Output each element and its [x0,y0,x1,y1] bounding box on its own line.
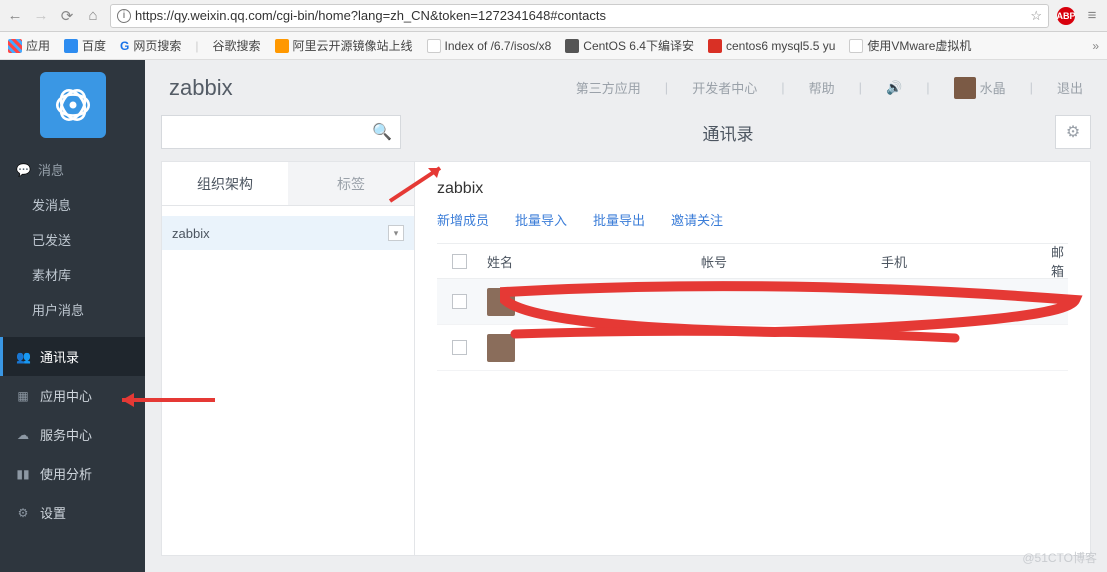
main-area: zabbix 第三方应用 | 开发者中心 | 帮助 | 🔊 | 水晶 | 退出 … [145,60,1107,572]
org-title: zabbix [437,180,1068,198]
gear-icon: ⚙ [1066,122,1080,142]
bookmark-overflow-icon[interactable]: » [1092,39,1099,53]
sidebar-item-user-msg[interactable]: 用户消息 [0,292,145,327]
sidebar-item-materials[interactable]: 素材库 [0,257,145,292]
topbar-logout[interactable]: 退出 [1057,78,1083,97]
url-bar[interactable]: i https://qy.weixin.qq.com/cgi-bin/home?… [110,4,1049,28]
action-bulk-import[interactable]: 批量导入 [515,210,567,229]
topbar-third-party[interactable]: 第三方应用 [576,78,641,97]
bookmark-item[interactable]: 使用VMware虚拟机 [849,37,971,54]
action-invite[interactable]: 邀请关注 [671,210,723,229]
sidebar-item-services[interactable]: ☁服务中心 [0,415,145,454]
chat-icon: 💬 [16,163,30,177]
watermark: @51CTO博客 [1022,549,1097,566]
bookmark-item[interactable]: CentOS 6.4下编译安 [565,37,694,54]
sidebar-item-send[interactable]: 发消息 [0,187,145,222]
bookmark-item[interactable]: 百度 [64,37,106,54]
abp-icon[interactable]: ABP [1057,7,1075,25]
table-row[interactable] [437,279,1068,325]
chevron-down-icon[interactable]: ▾ [388,225,404,241]
tab-tag[interactable]: 标签 [288,162,414,205]
logo [0,60,145,150]
page-title: 通讯录 [415,120,1041,145]
sound-icon[interactable]: 🔊 [886,80,902,96]
forward-icon[interactable]: → [32,7,50,24]
checkbox[interactable] [452,294,467,309]
checkbox-all[interactable] [452,254,467,269]
topbar-user[interactable]: 水晶 [954,77,1006,99]
apps-shortcut[interactable]: 应用 [8,37,50,54]
sidebar-item-settings[interactable]: ⚙设置 [0,493,145,532]
col-phone: 手机 [881,252,1051,271]
action-bulk-export[interactable]: 批量导出 [593,210,645,229]
avatar [954,77,976,99]
tab-org[interactable]: 组织架构 [162,162,288,205]
col-account: 帐号 [701,252,881,271]
grid-icon: ▦ [16,389,30,403]
browser-toolbar: ← → ⟳ ⌂ i https://qy.weixin.qq.com/cgi-b… [0,0,1107,32]
table-header: 姓名 帐号 手机 邮箱 [437,243,1068,279]
sidebar-item-analytics[interactable]: ▮▮使用分析 [0,454,145,493]
bookmark-item[interactable]: 阿里云开源镜像站上线 [275,37,413,54]
sidebar-item-contacts[interactable]: 👥通讯录 [0,337,145,376]
contacts-panel: zabbix 新增成员 批量导入 批量导出 邀请关注 姓名 帐号 手机 邮箱 [415,161,1091,556]
col-name: 姓名 [481,252,701,271]
action-bar: 新增成员 批量导入 批量导出 邀请关注 [437,210,1068,229]
sidebar: 💬消息 发消息 已发送 素材库 用户消息 👥通讯录 ▦应用中心 ☁服务中心 ▮▮… [0,60,145,572]
user-avatar [487,288,515,316]
home-icon[interactable]: ⌂ [84,7,102,24]
reload-icon[interactable]: ⟳ [58,7,76,25]
menu-icon[interactable]: ≡ [1083,7,1101,24]
topbar-help[interactable]: 帮助 [809,78,835,97]
tree-root[interactable]: zabbix ▾ [162,216,414,250]
sidebar-item-sent[interactable]: 已发送 [0,222,145,257]
people-icon: 👥 [16,350,30,364]
org-tree-panel: 组织架构 标签 zabbix ▾ [161,161,415,556]
topbar-dev-center[interactable]: 开发者中心 [692,78,757,97]
bookmark-star-icon[interactable]: ☆ [1030,8,1042,24]
search-icon[interactable]: 🔍 [372,122,392,142]
settings-button[interactable]: ⚙ [1055,115,1091,149]
bookmarks-bar: 应用 百度 G网页搜索 | 谷歌搜索 阿里云开源镜像站上线 Index of /… [0,32,1107,60]
back-icon[interactable]: ← [6,7,24,24]
bookmark-item[interactable]: 谷歌搜索 [213,37,261,54]
chart-icon: ▮▮ [16,467,30,481]
site-info-icon[interactable]: i [117,9,131,23]
sidebar-item-apps[interactable]: ▦应用中心 [0,376,145,415]
table-row[interactable] [437,325,1068,371]
search-input[interactable] [170,125,372,140]
topbar: zabbix 第三方应用 | 开发者中心 | 帮助 | 🔊 | 水晶 | 退出 [145,60,1107,115]
sidebar-group-messages: 💬消息 [0,152,145,187]
col-mail: 邮箱 [1051,242,1068,280]
gear-icon: ⚙ [16,506,30,520]
search-box[interactable]: 🔍 [161,115,401,149]
user-avatar [487,334,515,362]
url-text: https://qy.weixin.qq.com/cgi-bin/home?la… [135,8,606,23]
checkbox[interactable] [452,340,467,355]
cloud-icon: ☁ [16,428,30,442]
brand-title: zabbix [169,75,233,101]
bookmark-item[interactable]: Index of /6.7/isos/x8 [427,39,552,53]
wechat-work-icon [52,84,94,126]
action-add-member[interactable]: 新增成员 [437,210,489,229]
bookmark-item[interactable]: centos6 mysql5.5 yu [708,39,835,53]
bookmark-item[interactable]: G网页搜索 [120,37,181,54]
